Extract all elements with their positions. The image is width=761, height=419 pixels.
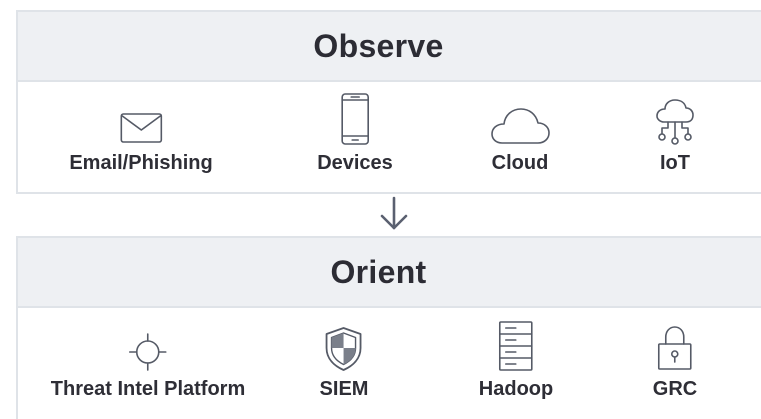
envelope-icon — [120, 113, 162, 143]
cloud-icon — [491, 108, 550, 144]
server-rack-icon — [499, 321, 533, 371]
orient-items: Threat Intel Platform SIEM Hadoop GRC — [18, 308, 761, 419]
observe-item-label: Email/Phishing — [69, 152, 213, 174]
orient-item-label: GRC — [652, 378, 698, 400]
cloud-network-icon — [656, 99, 694, 145]
padlock-icon — [658, 326, 692, 370]
observe-item-label: Devices — [317, 152, 393, 174]
observe-title: Observe — [18, 12, 761, 82]
ooda-diagram: Observe Email/Phishing Devices Cloud IoT… — [0, 0, 761, 419]
orient-panel: Orient Threat Intel Platform SIEM Hadoop… — [16, 236, 761, 419]
observe-item-label: IoT — [660, 152, 690, 174]
smartphone-icon — [341, 93, 369, 145]
observe-item-cloud: Cloud — [489, 94, 551, 175]
observe-item-label: Cloud — [491, 152, 549, 174]
observe-panel: Observe Email/Phishing Devices Cloud IoT — [16, 10, 761, 194]
observe-item-email-phishing: Email/Phishing — [69, 94, 213, 175]
orient-item-siem: SIEM — [319, 320, 369, 401]
shield-icon — [326, 327, 362, 371]
orient-item-grc: GRC — [653, 320, 697, 401]
orient-item-label: Threat Intel Platform — [50, 378, 246, 400]
orient-title: Orient — [18, 238, 761, 308]
observe-item-iot: IoT — [655, 94, 695, 175]
observe-item-devices: Devices — [317, 93, 393, 175]
observe-items: Email/Phishing Devices Cloud IoT — [18, 82, 761, 192]
down-arrow-icon — [379, 196, 409, 232]
orient-item-threat-intel-platform: Threat Intel Platform — [51, 320, 245, 401]
crosshair-icon — [129, 333, 167, 371]
orient-item-label: Hadoop — [478, 378, 554, 400]
orient-item-hadoop: Hadoop — [479, 320, 553, 401]
orient-item-label: SIEM — [319, 378, 369, 400]
